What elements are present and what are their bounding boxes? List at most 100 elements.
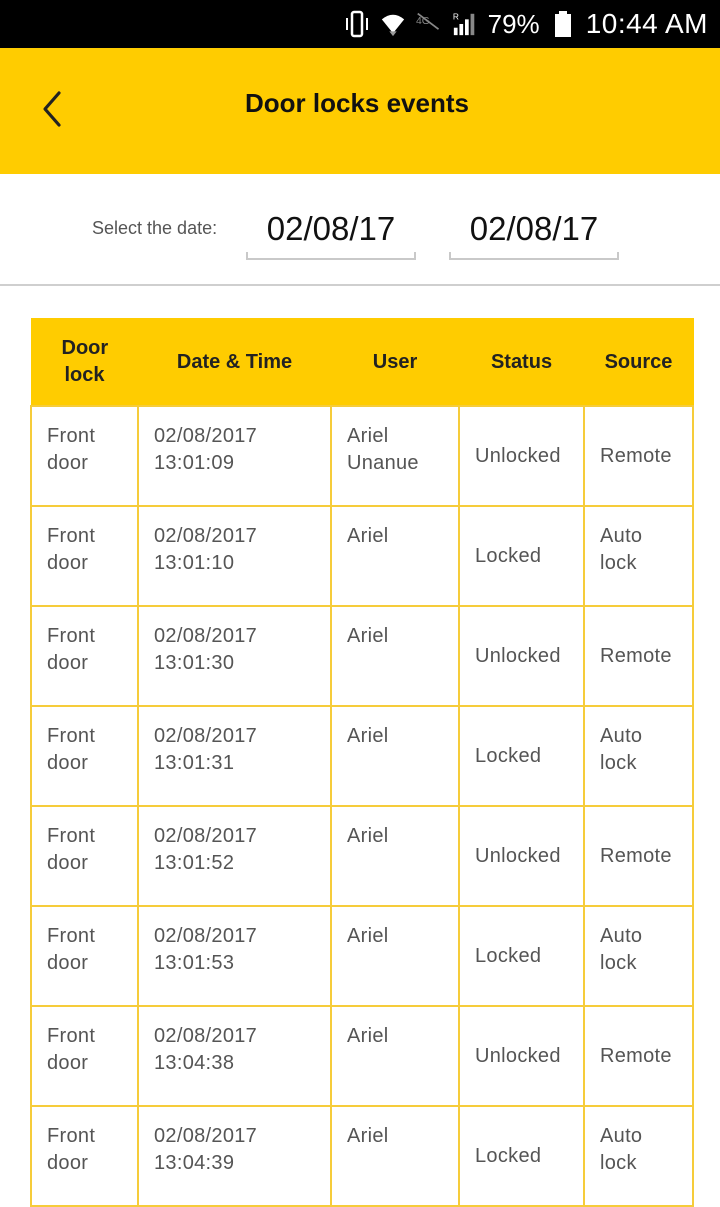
app-bar: Door locks events [0, 48, 720, 174]
table-row[interactable]: Front door 02/08/2017 13:01:30 Ariel Unlocke… [30, 605, 694, 707]
events-table: Door lock Date & Time User Status Source… [30, 318, 694, 1207]
date-to-field[interactable]: 02/08/17 [449, 206, 619, 260]
status-text: Locked [475, 544, 542, 567]
source-text: Remote [600, 1044, 672, 1067]
door-name: Front door [47, 725, 96, 774]
page-title: Door locks events [245, 88, 469, 118]
table-row[interactable]: Front door 02/08/2017 13:01:31 Ariel Locked A… [30, 705, 694, 807]
source-cell: Auto lock [583, 705, 694, 807]
door-name: Front door [47, 525, 96, 574]
user-name: Ariel Unanue [347, 425, 419, 474]
door-name: Front door [47, 625, 96, 674]
roaming-icon: 4G [416, 10, 442, 38]
event-date: 02/08/2017 [154, 725, 258, 747]
table-row[interactable]: Front door 02/08/2017 13:01:52 Ariel Unlocke… [30, 805, 694, 907]
status-cell: Locked [458, 505, 585, 607]
status-cell: Unlocked [458, 805, 585, 907]
event-time: 13:01:10 [154, 552, 235, 574]
divider [0, 284, 720, 286]
user-name: Ariel [347, 825, 389, 847]
status-text: Locked [475, 744, 542, 767]
event-time: 13:01:30 [154, 652, 235, 674]
table-row[interactable]: Front door 02/08/2017 13:04:39 Ariel Locked A… [30, 1105, 694, 1207]
event-time: 13:04:39 [154, 1152, 235, 1174]
battery-icon [550, 10, 576, 38]
user-name: Ariel [347, 625, 389, 647]
wifi-icon [380, 10, 406, 38]
source-text: Auto lock [600, 725, 643, 774]
source-text: Remote [600, 444, 672, 467]
datetime-cell: 02/08/2017 13:01:31 [137, 705, 332, 807]
datetime-cell: 02/08/2017 13:01:10 [137, 505, 332, 607]
date-filter: Select the date: 02/08/17 02/08/17 [0, 174, 720, 284]
table-row[interactable]: Front door 02/08/2017 13:01:09 Ariel Unanue… [30, 405, 694, 507]
user-cell: Ariel [330, 705, 460, 807]
table-header-row: Door lock Date & Time User Status Source [30, 318, 694, 407]
event-date: 02/08/2017 [154, 925, 258, 947]
source-cell: Remote [583, 1005, 694, 1107]
user-cell: Ariel [330, 1105, 460, 1207]
date-from-field[interactable]: 02/08/17 [246, 206, 416, 260]
status-cell: Locked [458, 705, 585, 807]
event-time: 13:01:52 [154, 852, 235, 874]
event-date: 02/08/2017 [154, 625, 258, 647]
source-cell: Remote [583, 605, 694, 707]
vibrate-icon [344, 10, 370, 38]
datetime-cell: 02/08/2017 13:04:38 [137, 1005, 332, 1107]
door-cell: Front door [30, 1105, 139, 1207]
column-header-door-lock: Door lock [30, 318, 139, 407]
status-text: Unlocked [475, 1044, 561, 1067]
status-cell: Locked [458, 1105, 585, 1207]
source-cell: Auto lock [583, 905, 694, 1007]
user-name: Ariel [347, 1125, 389, 1147]
status-text: Unlocked [475, 644, 561, 667]
user-name: Ariel [347, 725, 389, 747]
event-date: 02/08/2017 [154, 525, 258, 547]
datetime-cell: 02/08/2017 13:01:53 [137, 905, 332, 1007]
table-row[interactable]: Front door 02/08/2017 13:01:53 Ariel Locked A… [30, 905, 694, 1007]
door-cell: Front door [30, 805, 139, 907]
door-cell: Front door [30, 905, 139, 1007]
user-name: Ariel [347, 525, 389, 547]
datetime-cell: 02/08/2017 13:01:09 [137, 405, 332, 507]
status-bar: 4G R 79% 10:44 AM [0, 0, 720, 48]
datetime-cell: 02/08/2017 13:04:39 [137, 1105, 332, 1207]
status-text: Unlocked [475, 444, 561, 467]
status-cell: Unlocked [458, 1005, 585, 1107]
status-cell: Locked [458, 905, 585, 1007]
svg-text:R: R [453, 11, 459, 21]
door-cell: Front door [30, 705, 139, 807]
user-cell: Ariel Unanue [330, 405, 460, 507]
source-text: Auto lock [600, 1125, 643, 1174]
datetime-cell: 02/08/2017 13:01:52 [137, 805, 332, 907]
door-cell: Front door [30, 405, 139, 507]
source-text: Auto lock [600, 525, 643, 574]
status-cell: Unlocked [458, 605, 585, 707]
status-text: Unlocked [475, 844, 561, 867]
user-cell: Ariel [330, 805, 460, 907]
source-cell: Remote [583, 405, 694, 507]
door-cell: Front door [30, 505, 139, 607]
user-name: Ariel [347, 925, 389, 947]
date-filter-label: Select the date: [92, 218, 218, 238]
door-name: Front door [47, 1125, 96, 1174]
battery-percent: 79% [487, 8, 540, 39]
event-time: 13:01:09 [154, 452, 235, 474]
user-cell: Ariel [330, 905, 460, 1007]
user-cell: Ariel [330, 605, 460, 707]
user-cell: Ariel [330, 1005, 460, 1107]
event-date: 02/08/2017 [154, 1025, 258, 1047]
status-text: Locked [475, 1144, 542, 1167]
table-row[interactable]: Front door 02/08/2017 13:04:38 Ariel Unlocke… [30, 1005, 694, 1107]
door-name: Front door [47, 425, 96, 474]
source-cell: Auto lock [583, 505, 694, 607]
column-header-status: Status [458, 318, 585, 407]
table-row[interactable]: Front door 02/08/2017 13:01:10 Ariel Locked A… [30, 505, 694, 607]
door-name: Front door [47, 925, 96, 974]
user-name: Ariel [347, 1025, 389, 1047]
event-time: 13:04:38 [154, 1052, 235, 1074]
source-text: Auto lock [600, 925, 643, 974]
status-text: Locked [475, 944, 542, 967]
clock: 10:44 AM [585, 8, 708, 39]
source-cell: Remote [583, 805, 694, 907]
